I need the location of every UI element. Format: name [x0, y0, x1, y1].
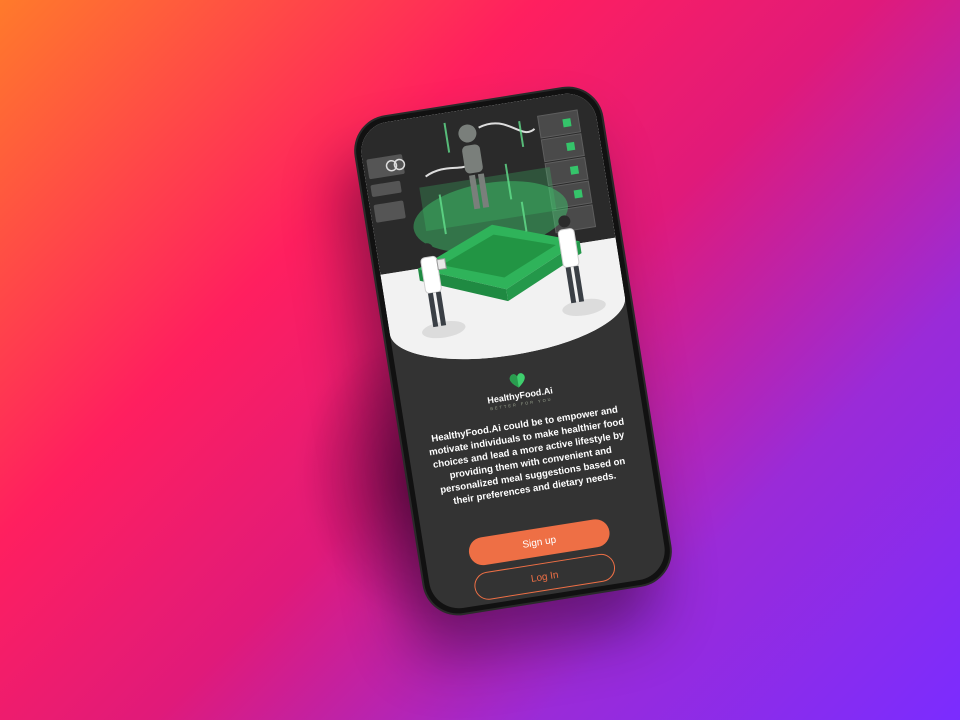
- heart-leaf-icon: [509, 373, 525, 388]
- hero-illustration: [356, 89, 632, 374]
- app-description: HealthyFood.Ai could be to empower and m…: [428, 404, 627, 508]
- lab-illustration-icon: [356, 89, 632, 374]
